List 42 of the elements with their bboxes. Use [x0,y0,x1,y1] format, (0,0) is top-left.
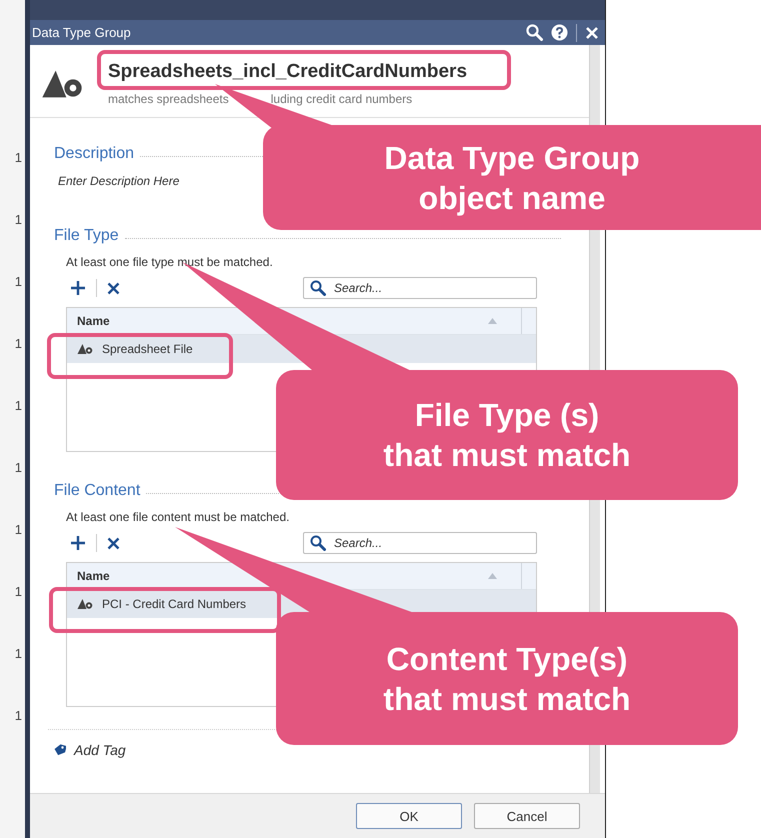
row-number: 1 [14,708,22,723]
tag-icon [54,744,66,756]
shapes-icon [75,343,94,355]
section-heading: File Content [54,482,140,500]
search-icon [310,535,326,551]
shapes-icon [75,598,94,610]
search-field[interactable]: Search... [303,532,537,554]
row-number: 1 [14,274,22,289]
callout-text: Content Type(s) [386,640,628,678]
callout-text: File Type (s) [414,396,600,435]
close-icon[interactable] [585,26,599,40]
object-subtitle: luding credit card numbers [270,92,412,106]
add-tag-link[interactable]: Add Tag [54,742,126,758]
add-icon[interactable] [70,535,86,551]
row-number: 1 [14,398,22,413]
ok-button[interactable]: OK [356,803,462,829]
row-number: 1 [14,150,22,165]
add-icon[interactable] [70,280,86,296]
row-number: 1 [14,584,22,599]
hint-text: At least one file content must be matched. [66,510,290,524]
section-heading: File Type [54,227,119,245]
object-name: Spreadsheets_incl_CreditCardNumbers [108,60,468,82]
callout-text: that must match [383,680,631,718]
row-number: 1 [14,336,22,351]
search-field[interactable]: Search... [303,277,537,299]
search-icon [310,280,326,296]
object-subtitle: matches spreadsheets [108,92,229,106]
cancel-button[interactable]: Cancel [474,803,580,829]
section-heading: Description [54,145,134,163]
row-number: 1 [14,522,22,537]
help-icon[interactable] [551,24,568,41]
search-icon[interactable] [526,24,543,41]
remove-icon[interactable] [107,282,120,294]
hint-text: At least one file type must be matched. [66,255,274,269]
row-number: 1 [14,460,22,475]
remove-icon[interactable] [107,536,120,550]
callout-text: Data Type Group [384,138,640,178]
callout-text: object name [418,178,606,218]
row-number: 1 [14,212,22,227]
row-number: 1 [14,646,22,661]
window-title: Data Type Group [32,25,131,40]
callout-text: that must match [383,436,631,475]
